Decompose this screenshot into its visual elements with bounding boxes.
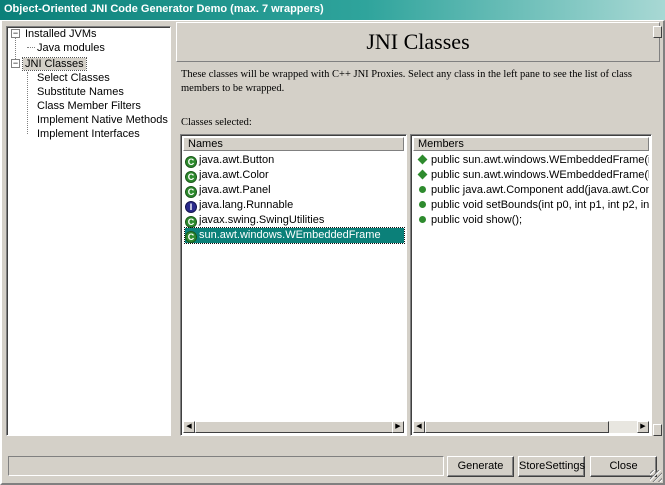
list-item[interactable]: Cjavax.swing.SwingUtilities — [185, 213, 404, 228]
names-column-header[interactable]: Names — [183, 137, 404, 151]
page-title: JNI Classes — [366, 29, 470, 54]
tree-item-label: JNI Classes — [22, 57, 87, 71]
window-title: Object-Oriented JNI Code Generator Demo … — [0, 0, 665, 20]
list-item[interactable]: Ijava.lang.Runnable — [185, 198, 404, 213]
list-item[interactable]: Cjava.awt.Color — [185, 168, 404, 183]
list-item-label: java.awt.Panel — [199, 184, 271, 196]
names-list[interactable]: Names Cjava.awt.Button Cjava.awt.Color C… — [180, 134, 407, 436]
tree-item-label: Select Classes — [37, 72, 110, 84]
vertical-scrollbar[interactable] — [653, 26, 662, 436]
tree-line — [27, 72, 28, 134]
tree-item-select-classes[interactable]: Select Classes — [35, 71, 112, 85]
members-list[interactable]: Members public sun.awt.windows.WEmbedded… — [410, 134, 652, 436]
classes-selected-label: Classes selected: — [181, 117, 252, 128]
tree-item-label: Implement Interfaces — [37, 128, 140, 140]
tree-item-jni-classes[interactable]: JNI Classes — [22, 57, 87, 71]
names-horizontal-scrollbar[interactable]: ◀ ▶ — [183, 421, 404, 433]
status-bar — [8, 456, 444, 476]
tree-item-installed-jvms[interactable]: Installed JVMs — [23, 27, 99, 41]
list-item[interactable]: public sun.awt.windows.WEmbeddedFrame(in… — [417, 153, 649, 168]
list-item-label: sun.awt.windows.WEmbeddedFrame — [199, 229, 381, 241]
list-item-label: public sun.awt.windows.WEmbeddedFrame(lo… — [431, 169, 649, 181]
tree-item-class-member-filters[interactable]: Class Member Filters — [35, 99, 143, 113]
members-horizontal-scrollbar[interactable]: ◀ ▶ — [413, 421, 649, 433]
list-item-label: public void show(); — [431, 214, 523, 226]
list-item-label: javax.swing.SwingUtilities — [199, 214, 325, 226]
list-item-label: public void setBounds(int p0, int p1, in… — [431, 199, 649, 211]
arrow-left-icon[interactable]: ◀ — [413, 421, 425, 433]
tree-item-implement-interfaces[interactable]: Implement Interfaces — [35, 127, 142, 141]
tree-item-label: Class Member Filters — [37, 100, 141, 112]
list-item[interactable]: public void show(); — [417, 213, 649, 228]
list-item-label: public sun.awt.windows.WEmbeddedFrame(in… — [431, 154, 649, 166]
resize-grip-icon[interactable] — [650, 470, 662, 482]
list-item[interactable]: public java.awt.Component add(java.awt.C… — [417, 183, 649, 198]
tree-item-label: Java modules — [37, 42, 105, 54]
interface-icon: I — [185, 201, 197, 213]
arrow-up-icon[interactable] — [653, 26, 662, 38]
arrow-right-icon[interactable]: ▶ — [392, 421, 404, 433]
generate-button[interactable]: Generate — [447, 456, 514, 477]
constructor-icon — [417, 154, 428, 165]
list-item-label: java.awt.Color — [199, 169, 269, 181]
class-icon: C — [185, 231, 197, 243]
arrow-down-icon[interactable] — [653, 424, 662, 436]
tree-item-label: Substitute Names — [37, 86, 124, 98]
tree-item-label: Installed JVMs — [25, 28, 97, 40]
store-settings-button[interactable]: StoreSettings — [518, 456, 585, 477]
navigation-tree[interactable]: − Installed JVMs Java modules − JNI Clas… — [6, 26, 171, 436]
tree-item-label: Implement Native Methods — [37, 114, 168, 126]
method-icon — [419, 186, 426, 193]
tree-item-java-modules[interactable]: Java modules — [35, 41, 107, 55]
list-item-label: public java.awt.Component add(java.awt.C… — [431, 184, 649, 196]
list-item[interactable]: Cjava.awt.Panel — [185, 183, 404, 198]
close-button[interactable]: Close — [590, 456, 657, 477]
class-icon: C — [185, 186, 197, 198]
members-column-header[interactable]: Members — [413, 137, 649, 151]
class-icon: C — [185, 156, 197, 168]
tree-line — [27, 47, 35, 48]
method-icon — [419, 201, 426, 208]
collapse-icon[interactable]: − — [11, 59, 20, 68]
list-item-label: java.lang.Runnable — [199, 199, 294, 211]
list-item[interactable]: public void setBounds(int p0, int p1, in… — [417, 198, 649, 213]
list-item[interactable]: public sun.awt.windows.WEmbeddedFrame(lo… — [417, 168, 649, 183]
tree-item-implement-native-methods[interactable]: Implement Native Methods — [35, 113, 170, 127]
class-icon: C — [185, 171, 197, 183]
arrow-right-icon[interactable]: ▶ — [637, 421, 649, 433]
scroll-thumb[interactable] — [195, 421, 394, 433]
page-header: JNI Classes — [176, 22, 660, 62]
list-item-label: java.awt.Button — [199, 154, 275, 166]
constructor-icon — [417, 169, 428, 180]
arrow-left-icon[interactable]: ◀ — [183, 421, 195, 433]
list-item[interactable]: Cjava.awt.Button — [185, 153, 404, 168]
pane-splitter[interactable] — [171, 26, 176, 436]
page-description: These classes will be wrapped with C++ J… — [181, 69, 632, 94]
method-icon — [419, 216, 426, 223]
scroll-thumb[interactable] — [425, 421, 609, 433]
tree-item-substitute-names[interactable]: Substitute Names — [35, 85, 126, 99]
collapse-icon[interactable]: − — [11, 29, 20, 38]
list-item-selected[interactable]: Csun.awt.windows.WEmbeddedFrame — [184, 227, 405, 244]
class-icon: C — [185, 216, 197, 228]
